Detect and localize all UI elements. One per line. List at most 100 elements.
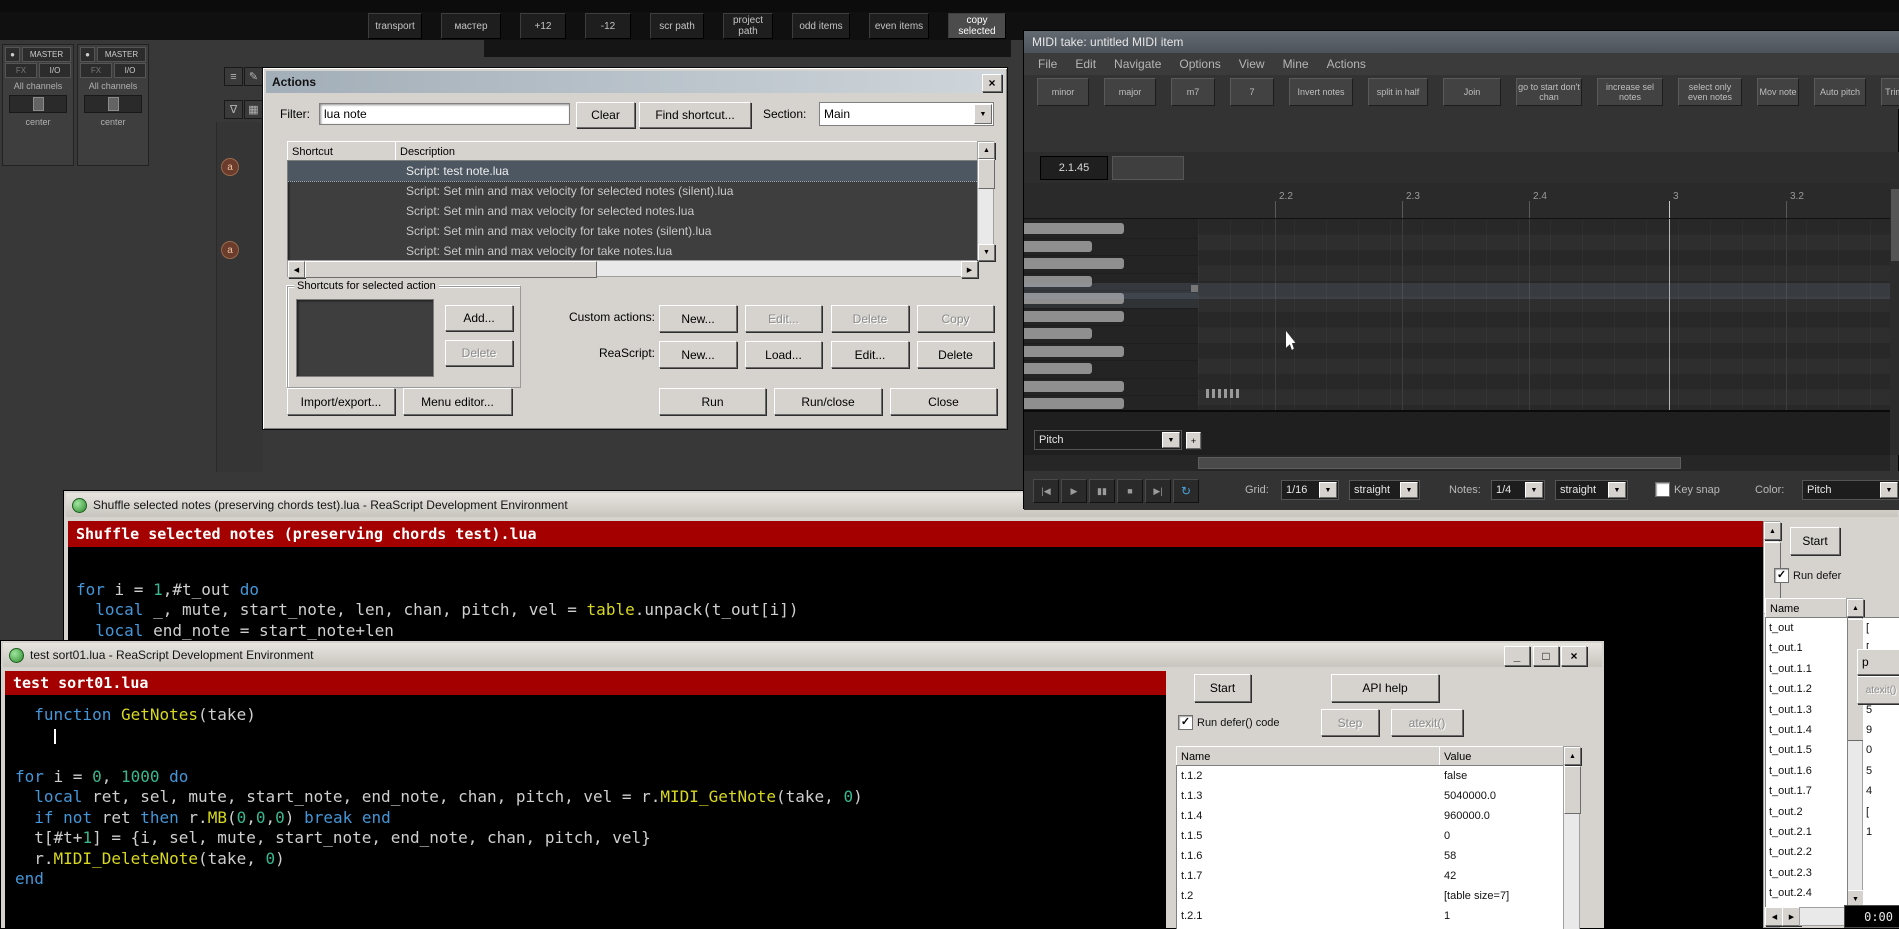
- midi-cc-lane[interactable]: Pitch ▼ +: [1024, 410, 1890, 455]
- find-shortcut-button[interactable]: Find shortcut...: [639, 102, 751, 128]
- piano-key-row[interactable]: [1024, 223, 1198, 239]
- actions-hscrollbar[interactable]: ◀ ▶: [287, 260, 978, 278]
- midi-tool-increase-sel-notes[interactable]: increase sel notes: [1597, 78, 1663, 106]
- midi-hscrollbar[interactable]: [1024, 455, 1890, 471]
- notes-shape-select[interactable]: straight ▼: [1555, 480, 1628, 500]
- midi-grid[interactable]: [1198, 219, 1890, 410]
- watch-item[interactable]: t_out.1.7: [1766, 781, 1847, 801]
- chevron-down-icon[interactable]: ▼: [1525, 482, 1543, 498]
- test-run-defer[interactable]: ✓ Run defer() code: [1178, 715, 1280, 730]
- piano-key-row[interactable]: [1024, 240, 1198, 256]
- automation-badge[interactable]: a: [221, 241, 239, 259]
- toolbar-button-project-path[interactable]: project path: [723, 13, 773, 39]
- shuffle-hscroll-track[interactable]: [1799, 907, 1848, 926]
- checkbox-checked[interactable]: ✓: [1178, 715, 1193, 730]
- toolbar-button-transport[interactable]: transport: [368, 13, 422, 39]
- close-dialog-button[interactable]: Close: [890, 388, 997, 415]
- watch-item[interactable]: t_out.1: [1766, 638, 1847, 658]
- test-vscrollbar[interactable]: ▲: [1563, 746, 1581, 929]
- step-button-fragment[interactable]: p: [1857, 649, 1899, 675]
- go-start-button[interactable]: |◀: [1033, 479, 1059, 503]
- api-help-button[interactable]: API help: [1331, 674, 1439, 702]
- menu-navigate[interactable]: Navigate: [1114, 57, 1161, 71]
- scroll-up-icon[interactable]: ▲: [978, 142, 995, 159]
- close-button[interactable]: ×: [982, 74, 1002, 92]
- toolbar-button-even-items[interactable]: even items: [869, 13, 929, 39]
- delete-button[interactable]: Delete: [917, 341, 994, 368]
- master-send-button[interactable]: MASTER: [22, 47, 71, 62]
- cc-selector[interactable]: Pitch ▼: [1034, 430, 1182, 450]
- chevron-down-icon[interactable]: ▼: [1319, 482, 1337, 498]
- watch-item[interactable]: t_out.1.3: [1766, 700, 1847, 720]
- watch-item[interactable]: t_out.2.2: [1766, 842, 1847, 862]
- load-button[interactable]: Load...: [745, 341, 822, 368]
- close-button[interactable]: ×: [1561, 646, 1587, 666]
- menu-options[interactable]: Options: [1179, 57, 1220, 71]
- watch-row[interactable]: t.1.6 58: [1177, 846, 1564, 866]
- note-marker[interactable]: [1191, 285, 1198, 292]
- watch-item[interactable]: t_out.1.6: [1766, 761, 1847, 781]
- run-close-button[interactable]: Run/close: [774, 388, 882, 415]
- io-button[interactable]: I/O: [114, 63, 146, 78]
- grid-icon[interactable]: ▦: [244, 100, 263, 119]
- watch-item[interactable]: t_out: [1766, 618, 1847, 638]
- scroll-down-icon[interactable]: ▼: [978, 244, 995, 261]
- checkbox-checked[interactable]: ✓: [1774, 568, 1789, 583]
- midi-note-cluster[interactable]: [1206, 389, 1240, 398]
- watch-header-name[interactable]: Name: [1176, 746, 1445, 767]
- midi-tool-select-only-even-notes[interactable]: select only even notes: [1678, 78, 1742, 106]
- midi-title-bar[interactable]: MIDI take: untitled MIDI item: [1024, 31, 1899, 53]
- watch-item[interactable]: t_out.1.2: [1766, 679, 1847, 699]
- piano-key-row[interactable]: [1024, 258, 1198, 274]
- filter-input[interactable]: lua note: [319, 103, 570, 125]
- play-button[interactable]: ▶: [1061, 479, 1087, 503]
- checkbox-unchecked[interactable]: [1655, 482, 1670, 497]
- pan-fader[interactable]: [9, 95, 67, 113]
- list-icon[interactable]: ≡: [224, 67, 243, 86]
- clear-button[interactable]: Clear: [576, 102, 635, 128]
- watch-row[interactable]: t.1.3 5040000.0: [1177, 786, 1564, 806]
- master-send-button[interactable]: MASTER: [97, 47, 146, 62]
- midi-tool-mov-note[interactable]: Mov note: [1757, 78, 1799, 106]
- menu-edit[interactable]: Edit: [1075, 57, 1096, 71]
- go-end-button[interactable]: ▶|: [1145, 479, 1171, 503]
- column-header-shortcut[interactable]: Shortcut: [287, 141, 401, 162]
- chevron-down-icon[interactable]: ▼: [1608, 482, 1626, 498]
- grid-size-select[interactable]: 1/16 ▼: [1281, 480, 1339, 500]
- minimize-button[interactable]: _: [1504, 646, 1530, 666]
- midi-ruler[interactable]: 2.2 2.3 2.4 3 3.2: [1024, 183, 1890, 219]
- key-snap-checkbox[interactable]: Key snap: [1655, 482, 1720, 497]
- scroll-right-icon[interactable]: ▶: [961, 261, 978, 278]
- midi-tool-m7[interactable]: m7: [1171, 78, 1215, 106]
- pause-button[interactable]: ▮▮: [1089, 479, 1115, 503]
- action-row[interactable]: Script: test note.lua: [288, 161, 978, 182]
- section-select[interactable]: Main ▼: [819, 102, 994, 126]
- midi-tool-major[interactable]: major: [1104, 78, 1156, 106]
- toolbar-button-12[interactable]: +12: [520, 13, 566, 39]
- midi-vscrollbar[interactable]: [1890, 183, 1899, 455]
- action-row[interactable]: Script: Set min and max velocity for sel…: [288, 181, 978, 201]
- menu-file[interactable]: File: [1038, 57, 1057, 71]
- dialog-title-bar[interactable]: Actions: [266, 71, 1004, 93]
- watch-item[interactable]: t_out.1.5: [1766, 740, 1847, 760]
- watch-row[interactable]: t.1.5 0: [1177, 826, 1564, 846]
- menu-view[interactable]: View: [1239, 57, 1265, 71]
- new-button[interactable]: New...: [659, 305, 737, 332]
- actions-vscrollbar[interactable]: ▲ ▼: [977, 141, 995, 261]
- io-button[interactable]: I/O: [39, 63, 71, 78]
- midi-tool-go-to-start-don-t-chan[interactable]: go to start don't chan: [1516, 78, 1582, 106]
- actions-list[interactable]: Script: test note.lua Script: Set min and…: [287, 160, 979, 262]
- watch-row[interactable]: t.2.1 1: [1177, 906, 1564, 926]
- scroll-left-icon[interactable]: ◀: [288, 261, 305, 278]
- watch-row[interactable]: t.1.4 960000.0: [1177, 806, 1564, 826]
- piano-key-row[interactable]: [1024, 363, 1198, 379]
- action-row[interactable]: Script: Set min and max velocity for tak…: [288, 241, 978, 261]
- env-icon[interactable]: ●: [80, 47, 95, 62]
- watch-item[interactable]: t_out.1.1: [1766, 659, 1847, 679]
- watch-item[interactable]: t_out.2.4: [1766, 883, 1847, 903]
- midi-tool-trim-positions[interactable]: Trim positions: [1881, 78, 1899, 106]
- env-icon[interactable]: ●: [5, 47, 20, 62]
- watch-row[interactable]: t.1.7 42: [1177, 866, 1564, 886]
- action-row[interactable]: Script: Set min and max velocity for tak…: [288, 221, 978, 241]
- midi-tool-auto-pitch[interactable]: Auto pitch: [1814, 78, 1866, 106]
